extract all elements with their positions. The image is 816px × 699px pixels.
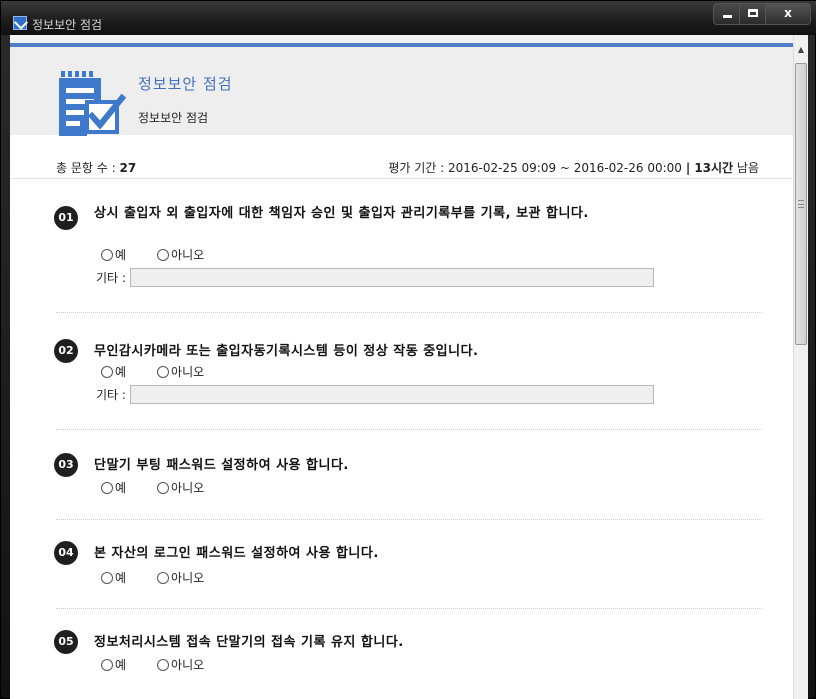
- question-text: 정보처리시스템 접속 단말기의 접속 기록 유지 합니다.: [94, 635, 404, 650]
- radio-icon[interactable]: [157, 571, 170, 584]
- etc-row: 기타 :: [96, 268, 654, 287]
- radio-icon[interactable]: [157, 365, 170, 378]
- option-yes-label: 예: [115, 571, 127, 585]
- question-text: 무인감시카메라 또는 출입자동기록시스템 등이 정상 작동 중입니다.: [94, 344, 479, 359]
- window-title: 정보보안 점검: [32, 18, 103, 32]
- remaining-suffix: 남음: [733, 161, 759, 175]
- option-no[interactable]: 아니오: [157, 569, 204, 586]
- etc-input[interactable]: [129, 268, 654, 287]
- question-number-badge: 01: [54, 206, 78, 230]
- etc-row: 기타 :: [96, 385, 654, 404]
- question-number-badge: 05: [54, 630, 78, 654]
- divider: [56, 312, 762, 313]
- top-strip: [10, 35, 793, 43]
- option-yes[interactable]: 예: [101, 479, 126, 496]
- answer-options: 예 아니오: [101, 479, 235, 496]
- option-yes[interactable]: 예: [101, 569, 126, 586]
- window-controls: x: [713, 3, 811, 25]
- answer-options: 예 아니오: [101, 363, 235, 380]
- etc-input[interactable]: [129, 385, 654, 404]
- question-text: 본 자산의 로그인 패스워드 설정하여 사용 합니다.: [94, 546, 379, 561]
- option-no-label: 아니오: [171, 248, 205, 262]
- etc-label: 기타 :: [96, 388, 126, 402]
- radio-icon[interactable]: [157, 658, 170, 671]
- radio-icon[interactable]: [101, 248, 113, 261]
- checklist-document-icon: [59, 71, 127, 136]
- close-button[interactable]: x: [766, 4, 810, 24]
- period-separator: |: [685, 161, 691, 175]
- app-window: 정보보안 점검 x 정보보안 점검 정보보안 점검 총 문항 수: 27 평가…: [0, 0, 816, 699]
- option-no-label: 아니오: [171, 658, 205, 672]
- page-subtitle: 정보보안 점검: [138, 111, 209, 125]
- option-yes-label: 예: [115, 365, 127, 379]
- question-number-badge: 04: [54, 541, 78, 565]
- question-text: 상시 출입자 외 출입자에 대한 책임자 승인 및 출입자 관리기록부를 기록,…: [94, 206, 589, 221]
- radio-icon[interactable]: [157, 481, 170, 494]
- option-no-label: 아니오: [171, 481, 205, 495]
- answer-options: 예 아니오: [101, 656, 235, 673]
- answer-options: 예 아니오: [101, 246, 235, 263]
- option-yes[interactable]: 예: [101, 656, 126, 673]
- etc-label: 기타 :: [96, 271, 126, 285]
- option-yes-label: 예: [115, 481, 127, 495]
- grip-icon: [798, 200, 804, 208]
- maximize-icon: [748, 9, 758, 17]
- total-value: 27: [119, 161, 137, 175]
- scrollbar-thumb[interactable]: [795, 63, 807, 345]
- radio-icon[interactable]: [101, 481, 113, 494]
- app-icon: [13, 16, 27, 30]
- divider: [56, 608, 762, 609]
- page-title: 정보보안 점검: [138, 75, 233, 93]
- option-yes-label: 예: [115, 658, 127, 672]
- radio-icon[interactable]: [101, 365, 113, 378]
- divider: [56, 429, 762, 430]
- divider: [56, 519, 762, 520]
- option-no[interactable]: 아니오: [157, 479, 204, 496]
- total-questions: 총 문항 수 : 27: [56, 159, 136, 176]
- radio-icon[interactable]: [101, 571, 113, 584]
- period-label: 평가 기간 : 2016-02-25 09:09 ~ 2016-02-26 00…: [388, 161, 682, 175]
- minimize-button[interactable]: [714, 4, 740, 24]
- radio-icon[interactable]: [101, 658, 113, 671]
- option-no[interactable]: 아니오: [157, 363, 204, 380]
- title-bar[interactable]: 정보보안 점검 x: [1, 1, 816, 35]
- info-bar: 총 문항 수 : 27 평가 기간 : 2016-02-25 09:09 ~ 2…: [10, 155, 793, 179]
- close-icon: x: [784, 6, 792, 20]
- total-label: 총 문항 수 :: [56, 161, 120, 175]
- option-yes[interactable]: 예: [101, 363, 126, 380]
- maximize-button[interactable]: [740, 4, 766, 24]
- option-no[interactable]: 아니오: [157, 246, 204, 263]
- option-no-label: 아니오: [171, 365, 205, 379]
- minimize-icon: [723, 15, 732, 18]
- question-number-badge: 03: [54, 453, 78, 477]
- option-yes-label: 예: [115, 248, 127, 262]
- scroll-up-arrow-icon[interactable]: ▲: [794, 43, 808, 57]
- option-no-label: 아니오: [171, 571, 205, 585]
- question-number-badge: 02: [54, 339, 78, 363]
- option-no[interactable]: 아니오: [157, 656, 204, 673]
- evaluation-period: 평가 기간 : 2016-02-25 09:09 ~ 2016-02-26 00…: [388, 159, 759, 176]
- question-text: 단말기 부팅 패스워드 설정하여 사용 합니다.: [94, 458, 349, 473]
- remaining-time: 13시간: [694, 161, 734, 175]
- radio-icon[interactable]: [157, 248, 170, 261]
- content-area: 정보보안 점검 정보보안 점검 총 문항 수 : 27 평가 기간 : 2016…: [10, 35, 808, 699]
- vertical-scrollbar[interactable]: ▲: [793, 35, 808, 699]
- answer-options: 예 아니오: [101, 569, 235, 586]
- option-yes[interactable]: 예: [101, 246, 126, 263]
- page-header: 정보보안 점검 정보보안 점검: [10, 47, 793, 136]
